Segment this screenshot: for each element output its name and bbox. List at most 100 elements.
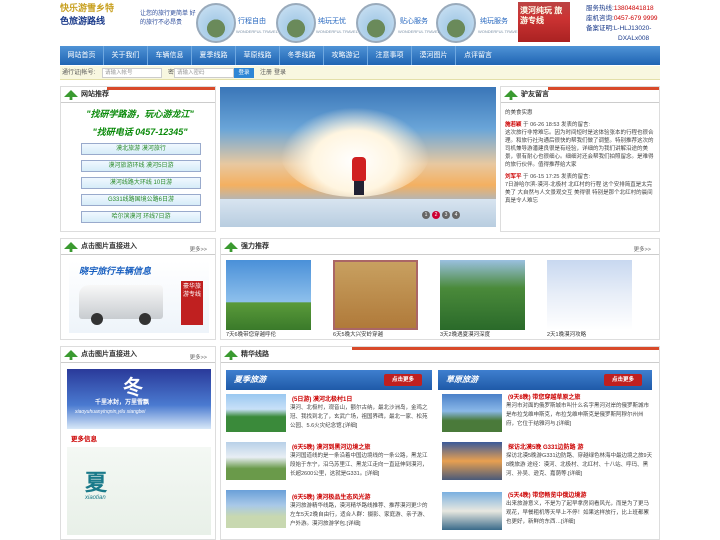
route-title[interactable]: (6天5晚) 漠河极品生态风光游 — [292, 492, 370, 501]
strong-photo-3[interactable] — [440, 260, 525, 330]
route-title[interactable]: 探访北漠5晚 G331边防路 游 — [508, 442, 583, 451]
more-link[interactable]: 更多>> — [190, 242, 207, 258]
season-header: 点击图片直接进入 更多>> — [61, 347, 215, 363]
route-title[interactable]: (5日游) 漠河北极村1日 — [292, 394, 352, 403]
route-desc: 黑河市对面的俄罗斯城市叫什么名字黑河对岸的俄罗斯城市是布拉戈维申斯克，布拉戈维申… — [506, 403, 650, 427]
route-desc: 漠河、北极村，观音山，额尔古纳，最北沙洲岛，金鸡之冠、我找到北了，玄武广场，祖国… — [290, 405, 428, 429]
feature-circle-2 — [276, 3, 316, 43]
winter-glyph: 冬 — [123, 377, 143, 399]
van-wheel — [139, 313, 151, 325]
route-thumb[interactable] — [226, 442, 286, 480]
route-thumb[interactable] — [442, 394, 502, 432]
site-logo[interactable]: 快乐游雪乡特 色旅游路线 — [60, 2, 132, 42]
nav-item-home[interactable]: 网站首页 — [60, 46, 104, 65]
recommend-item[interactable]: 漠北旅游 漠河旅行 — [81, 143, 201, 155]
entry-name: 刘军平 — [505, 174, 522, 180]
recommend-item[interactable]: G331线路国境公路6日游 — [81, 194, 201, 206]
register-link[interactable]: 注册 — [260, 66, 272, 80]
entry-name: 施若颖 — [505, 122, 522, 128]
route-title[interactable]: (6天5晚) 漠河到黑河边境之旅 — [292, 442, 370, 451]
feature-sub-2: WONDERFUL TRAVEL — [316, 29, 358, 34]
nav-item-summer[interactable]: 夏季线路 — [192, 46, 236, 65]
winter-banner[interactable]: 冬 千里冰封，万里雪飘 xiaoyuhuanyinqnin,yilu xiang… — [67, 369, 211, 429]
strong-photo-2[interactable] — [333, 260, 418, 330]
nav-item-reviews[interactable]: 点评留言 — [456, 46, 500, 65]
slider-dot[interactable]: 2 — [432, 211, 440, 219]
header-accent — [107, 87, 215, 90]
recommend-header: 网站推荐 — [61, 87, 215, 103]
recommend-slogan-1: "找研学路游，玩心游龙江" — [86, 109, 194, 119]
slider-pager: 1234 — [420, 211, 460, 219]
strong-title: 强力推荐 — [241, 243, 269, 250]
contact-key: 座机咨询: — [586, 15, 614, 22]
slider-dot[interactable]: 4 — [452, 211, 460, 219]
summer-pinyin: xiaotian — [85, 495, 106, 501]
route-thumb[interactable] — [442, 492, 502, 530]
contact-value: DXALx008 — [618, 35, 650, 42]
feature-label-3: 贴心服务 — [400, 18, 428, 25]
entry-body: 7日游哈尔滨-漠河-北极村 北红村的行程 这个安排简直是太完美了 大自然与人文景… — [505, 182, 653, 204]
nav-item-grassland[interactable]: 草原线路 — [236, 46, 280, 65]
nav-item-photos[interactable]: 漠河图片 — [412, 46, 456, 65]
slider-dot[interactable]: 3 — [442, 211, 450, 219]
person-legs — [354, 181, 364, 195]
nav-item-about[interactable]: 关于我们 — [104, 46, 148, 65]
password-input[interactable]: 请输入密码 — [174, 68, 234, 78]
strong-photo-1[interactable] — [226, 260, 311, 330]
nav-item-winter[interactable]: 冬季线路 — [280, 46, 324, 65]
nav-item-guides[interactable]: 攻略游记 — [324, 46, 368, 65]
summer-banner[interactable]: 夏 xiaotian — [67, 447, 211, 535]
guestbook-list: 的美食实惠 施若颖 于 06-26 18:53 发表的留言: 这次旅行非常难忘。… — [505, 109, 657, 205]
more-link[interactable]: 更多>> — [634, 242, 651, 258]
grass-more-button[interactable]: 点击更多 — [604, 374, 642, 386]
guestbook-entry: 施若颖 于 06-26 18:53 发表的留言: 这次旅行非常难忘。因为时间短时… — [505, 121, 657, 169]
username-input[interactable]: 请输入帐号 — [102, 68, 162, 78]
contact-value: 0457-679 9999 — [613, 15, 658, 22]
recommend-item[interactable]: 漠河旅游环线 漠河5日游 — [81, 160, 201, 172]
recommend-item[interactable]: 哈尔滨漠河 环线7日游 — [81, 211, 201, 223]
summer-more-button[interactable]: 点击更多 — [384, 374, 422, 386]
nav-item-vehicles[interactable]: 车辆信息 — [148, 46, 192, 65]
summer-glyph: 夏 — [85, 470, 108, 495]
header-promo-photo[interactable]: 漠河纯玩 旅游专线 — [518, 2, 570, 42]
login-link[interactable]: 登录 — [274, 66, 286, 80]
winter-pinyin: xiaoyuhuanyinqnin,yilu xiangbei — [75, 409, 146, 415]
route-thumb[interactable] — [226, 490, 286, 528]
login-bar: 通行证|帐号: 请输入帐号 密码: 请输入密码 登录 注册 登录 — [60, 66, 660, 80]
login-button[interactable]: 登录 — [234, 68, 254, 78]
strong-caption[interactable]: 3天2晚遇夏漠河深度 — [440, 330, 490, 338]
more-info-link[interactable]: 更多信息 — [71, 433, 97, 443]
contact-value: L-HLJ13020- — [613, 25, 652, 32]
feature-label-4: 纯玩服务 — [480, 18, 508, 25]
contact-key: 备案证明: — [586, 25, 614, 32]
strong-photo-4[interactable] — [547, 260, 632, 330]
strong-caption[interactable]: 6天5晚大兴安岭穿越 — [333, 330, 383, 338]
contact-info: 服务热线:13804841818 座机咨询:0457-679 9999 备案证明… — [586, 4, 716, 44]
contact-value: 13804841818 — [613, 5, 654, 12]
slider-dot[interactable]: 1 — [422, 211, 430, 219]
route-thumb[interactable] — [226, 394, 286, 432]
vehicle-banner[interactable]: 晓宇旅行车辆信息 豪华旅游专线 — [69, 261, 209, 333]
logo-line-2: 色旅游路线 — [60, 16, 106, 26]
more-link[interactable]: 更多>> — [190, 350, 207, 366]
contact-line: 座机咨询:0457-679 9999 — [586, 14, 716, 24]
recommend-item[interactable]: 漠河线路大环线 10日游 — [81, 177, 201, 189]
routes-title: 精华线路 — [241, 351, 269, 358]
nav-item-notices[interactable]: 注意事项 — [368, 46, 412, 65]
vehicle-side-tag: 豪华旅游专线 — [181, 281, 203, 325]
header-accent — [548, 87, 659, 90]
route-title[interactable]: (5天4晚) 带您畅览中俄边境游 — [508, 490, 586, 499]
feature-circle-1 — [196, 3, 236, 43]
header-accent — [352, 347, 659, 350]
feature-sub-1: WONDERFUL TRAVEL — [236, 29, 278, 34]
route-desc: 漠河旅游精华线路，漠河精华路线推荐、推荐漠河更少的左车5天2晚自由行，适合人群：… — [290, 503, 429, 527]
entry-time: 于 06-26 18:53 发表的留言: — [523, 122, 590, 128]
hero-slider[interactable]: 1234 — [220, 87, 496, 227]
winter-slogan: 千里冰封，万里雪飘 — [95, 400, 150, 406]
route-thumb[interactable] — [442, 442, 502, 480]
route-title[interactable]: (9天8晚) 带您穿越草原之旅 — [508, 392, 580, 401]
strong-caption[interactable]: 2天1晚漠河攻略 — [547, 330, 586, 338]
route-desc: 探访北漠5晚游G331边防路、穿越绿色林海中最边境之旅9天8晚旅游 途经：漠河、… — [506, 453, 653, 477]
guestbook-intro: 的美食实惠 — [505, 110, 533, 116]
strong-caption[interactable]: 7天6晚带您穿越呼伦 — [226, 330, 276, 338]
